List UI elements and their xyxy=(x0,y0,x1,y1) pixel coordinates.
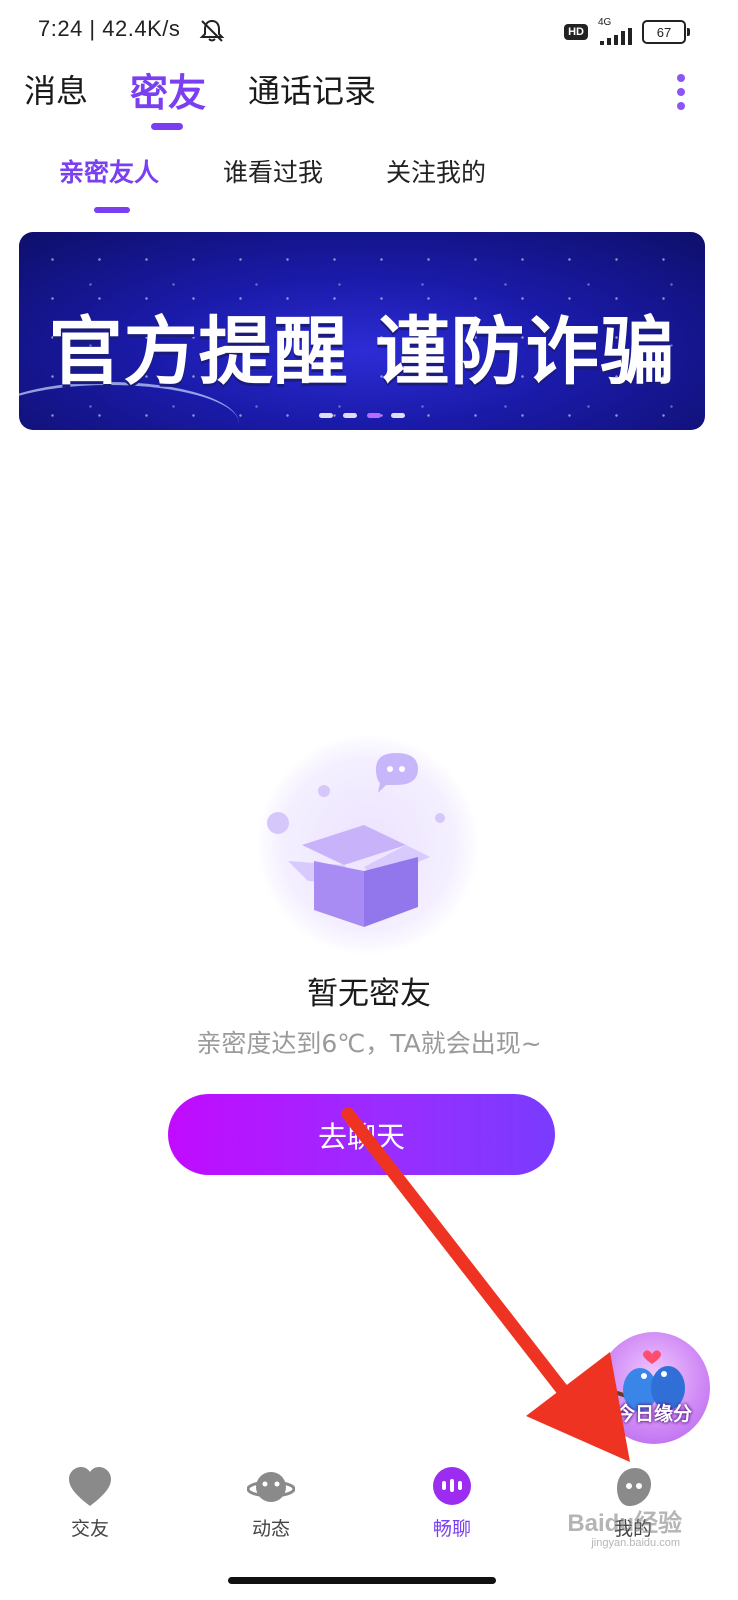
subtab-followers[interactable]: 关注我的 xyxy=(386,153,486,189)
subtab-indicator xyxy=(94,207,130,213)
banner-dot xyxy=(391,413,405,418)
chat-bubble-icon xyxy=(433,1467,471,1505)
profile-ghost-icon xyxy=(617,1468,651,1506)
home-indicator[interactable] xyxy=(228,1577,496,1584)
tab-call-history[interactable]: 通话记录 xyxy=(248,66,376,112)
nav-label: 交友 xyxy=(70,1518,109,1540)
todays-fate-label: 今日缘分 xyxy=(615,1403,692,1425)
battery-icon: 67 xyxy=(642,20,690,44)
signal-icon xyxy=(600,28,632,45)
go-chat-button[interactable]: 去聊天 xyxy=(168,1094,555,1175)
subtab-who-viewed-me[interactable]: 谁看过我 xyxy=(223,153,323,189)
network-type: 4G xyxy=(598,17,612,28)
nav-label: 畅聊 xyxy=(432,1518,471,1540)
go-chat-button-label: 去聊天 xyxy=(317,1119,405,1154)
nav-item-chat[interactable]: 畅聊 xyxy=(402,1466,502,1546)
heart-icon xyxy=(69,1467,111,1506)
todays-fate-widget[interactable]: 今日缘分 xyxy=(598,1332,710,1444)
banner-dot-active xyxy=(367,413,381,418)
banner-dot xyxy=(319,413,333,418)
top-tab-indicator xyxy=(151,123,183,130)
status-time: 7:24 | 42.4K/s xyxy=(38,16,181,41)
signal-group: 4G xyxy=(598,18,632,46)
chat-bubble-icon xyxy=(376,753,418,793)
nav-item-moments[interactable]: 动态 xyxy=(221,1466,321,1546)
empty-state-subtitle: 亲密度达到6℃，TA就会出现~ xyxy=(196,1029,542,1058)
nav-item-make-friends[interactable]: 交友 xyxy=(40,1466,140,1546)
banner-pagination xyxy=(19,413,705,418)
hd-badge: HD xyxy=(564,24,588,40)
status-indicators: HD 4G 67 xyxy=(564,18,690,46)
nav-label: 动态 xyxy=(251,1518,290,1540)
watermark-url: jingyan.baidu.com xyxy=(591,1537,680,1549)
empty-box-illustration xyxy=(258,735,478,955)
love-birds-icon xyxy=(603,1350,685,1412)
planet-icon xyxy=(247,1472,295,1502)
watermark: Baidu经验 xyxy=(567,1510,682,1537)
banner-dot xyxy=(343,413,357,418)
banner-text: 官方提醒 谨防诈骗 xyxy=(48,309,676,395)
mute-icon xyxy=(198,18,226,48)
subtab-intimate-friends[interactable]: 亲密友人 xyxy=(59,153,159,189)
empty-state-title: 暂无密友 xyxy=(307,976,431,1012)
more-options-icon[interactable] xyxy=(676,74,686,110)
tab-messages[interactable]: 消息 xyxy=(24,66,88,112)
banner-carousel[interactable]: 官方提醒 谨防诈骗 xyxy=(19,232,705,430)
tab-close-friends[interactable]: 密友 xyxy=(130,62,206,117)
